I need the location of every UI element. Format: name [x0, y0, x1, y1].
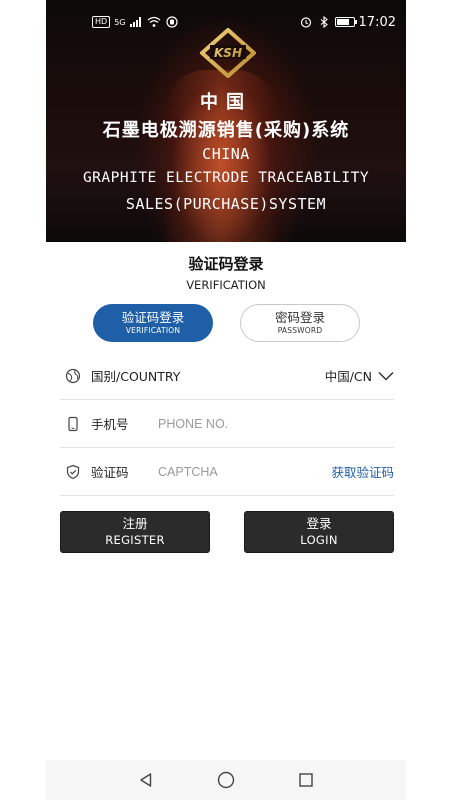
login-label-en: LOGIN [300, 533, 338, 547]
battery-icon [334, 17, 357, 27]
country-select[interactable]: 中国/CN [325, 366, 394, 385]
country-row[interactable]: 国别/COUNTRY 中国/CN [60, 352, 394, 400]
phone-label: 手机号 [91, 417, 129, 432]
captcha-label: 验证码 [91, 465, 129, 480]
register-label-cn: 注册 [122, 516, 148, 531]
home-nav-button[interactable] [215, 769, 237, 791]
captcha-row: 验证码 获取验证码 [60, 448, 394, 496]
phone-icon [68, 416, 78, 431]
login-label-cn: 登录 [306, 516, 332, 531]
title-cn-short: 中国 [200, 92, 252, 113]
wifi-icon [148, 16, 161, 27]
hd-badge: HD [92, 16, 111, 28]
verification-login-tab[interactable]: 验证码登录 VERIFICATION [93, 304, 213, 342]
back-triangle-icon [140, 773, 152, 787]
country-label: 国别/COUNTRY [91, 369, 181, 384]
phone-row: 手机号 [60, 400, 394, 448]
title-cn-full: 石墨电极溯源销售(采购)系统 [102, 120, 350, 141]
recents-nav-button[interactable] [295, 769, 317, 791]
signal-icon [130, 17, 142, 27]
page-title: 验证码登录 [188, 255, 264, 273]
chevron-down-icon [378, 371, 394, 381]
alarm-icon [300, 17, 311, 28]
page-subtitle: VERIFICATION [186, 278, 266, 292]
tab-label-cn: 验证码登录 [121, 310, 185, 325]
captcha-input[interactable] [158, 456, 332, 487]
title-en-line1: CHINA [202, 145, 250, 163]
tab-label-en: PASSWORD [277, 326, 323, 335]
home-circle-icon [217, 771, 235, 789]
login-button[interactable]: 登录 LOGIN [244, 511, 394, 553]
svg-text:KSH: KSH [214, 46, 242, 60]
ksh-logo: KSH [200, 28, 256, 78]
clock: 17:02 [358, 14, 396, 30]
country-value: 中国/CN [324, 369, 372, 384]
notification-icon [166, 16, 179, 28]
register-label-en: REGISTER [105, 533, 165, 547]
shield-check-icon [66, 464, 80, 479]
bluetooth-icon [320, 16, 328, 28]
banner: HD 5G 17:02 KSH 中国 石墨电极溯源销售(采购)系统 CHINA … [46, 0, 406, 242]
phone-input[interactable] [158, 408, 394, 439]
tab-label-en: VERIFICATION [125, 326, 181, 335]
title-en-line2: GRAPHITE ELECTRODE TRACEABILITY [82, 170, 370, 186]
password-login-tab[interactable]: 密码登录 PASSWORD [240, 304, 360, 342]
tab-label-cn: 密码登录 [274, 310, 325, 325]
title-en-line3: SALES(PURCHASE)SYSTEM [125, 195, 327, 213]
back-nav-button[interactable] [135, 769, 157, 791]
register-button[interactable]: 注册 REGISTER [60, 511, 210, 553]
network-type: 5G [114, 17, 126, 27]
globe-icon [65, 368, 81, 383]
recents-square-icon [299, 773, 313, 787]
status-left: HD 5G [92, 16, 179, 28]
get-captcha-button[interactable]: 获取验证码 [331, 462, 394, 481]
status-right: 17:02 [299, 15, 396, 30]
app-screen: HD 5G 17:02 KSH 中国 石墨电极溯源销售(采购)系统 CHINA … [46, 0, 406, 800]
system-nav-bar [46, 760, 406, 800]
